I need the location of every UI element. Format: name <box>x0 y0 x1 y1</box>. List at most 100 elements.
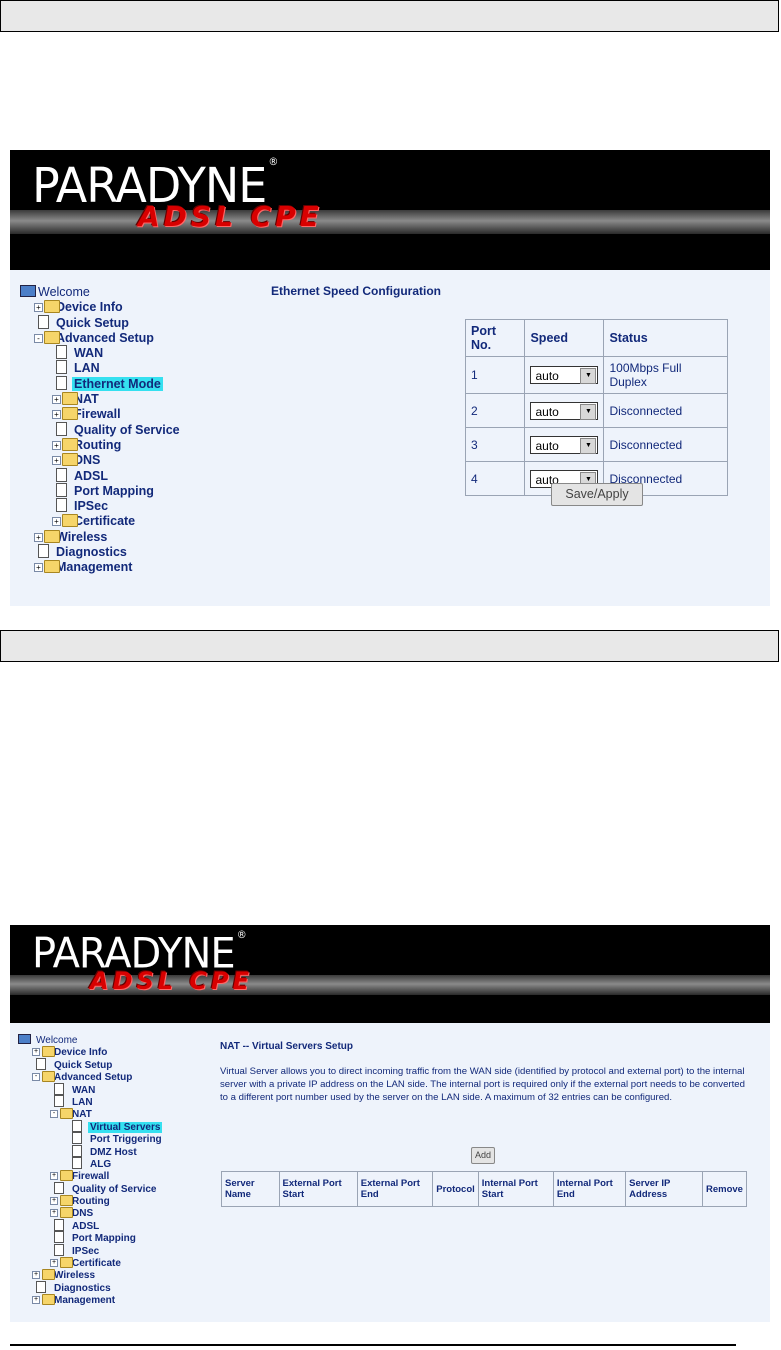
tree-item-label: Device Info <box>54 1047 108 1059</box>
tree-item-lan[interactable]: LAN <box>18 360 182 375</box>
tree-item-certificate[interactable]: + Certificate <box>16 1256 164 1270</box>
tree-item-routing[interactable]: + Routing <box>18 437 182 452</box>
tree-item-welcome[interactable]: Welcome <box>16 1033 164 1046</box>
tree-item-advanced-setup[interactable]: - Advanced Setup <box>16 1070 164 1083</box>
tree-item-wireless[interactable]: + Wireless <box>16 1268 164 1282</box>
expand-icon[interactable]: + <box>50 1209 58 1218</box>
tree-item-label: IPSec <box>74 499 109 514</box>
tree-item-adsl[interactable]: ADSL <box>18 467 182 483</box>
tree-item-welcome[interactable]: Welcome <box>18 284 182 299</box>
expand-icon[interactable]: + <box>34 303 43 313</box>
tree-item-label: Firewall <box>72 1171 110 1183</box>
tree-item-ipsec[interactable]: IPSec <box>16 1243 164 1257</box>
save-apply-button[interactable]: Save/Apply <box>551 483 643 506</box>
speed-select[interactable]: auto ▼ <box>530 401 599 420</box>
page-title: Ethernet Speed Configuration <box>271 284 442 298</box>
collapse-icon[interactable]: - <box>34 333 43 343</box>
tree-item-alg[interactable]: ALG <box>16 1156 164 1170</box>
tree-item-advanced-setup[interactable]: - Advanced Setup <box>18 330 182 345</box>
section-heading-bar <box>0 0 779 32</box>
page-icon <box>54 1231 64 1244</box>
column-header: Server Name <box>221 1171 280 1207</box>
router-screenshot-virtual-servers: PARADYNE ® ADSL CPE Welcome + Device Info Qu… <box>10 925 770 1322</box>
expand-icon[interactable]: + <box>50 1197 58 1206</box>
tree-item-nat[interactable]: + NAT <box>18 391 182 406</box>
tree-item-device-info[interactable]: + Device Info <box>16 1045 164 1059</box>
tree-item-port-triggering[interactable]: Port Triggering <box>16 1132 164 1145</box>
nav-tree: Welcome + Device Info Quick Setup - Advanced … <box>16 1033 164 1306</box>
tree-item-label: Certificate <box>72 1258 121 1270</box>
dropdown-arrow-icon[interactable]: ▼ <box>580 403 597 420</box>
tree-item-label: LAN <box>74 361 100 376</box>
collapse-icon[interactable]: - <box>50 1110 58 1119</box>
tree-item-diagnostics[interactable]: Diagnostics <box>18 544 182 559</box>
computer-icon <box>20 285 36 297</box>
tree-item-label: NAT <box>72 1109 92 1121</box>
tree-item-management[interactable]: + Management <box>16 1293 164 1306</box>
tree-item-nat[interactable]: - NAT <box>16 1107 164 1121</box>
folder-icon <box>42 1294 55 1306</box>
expand-icon[interactable]: + <box>52 440 61 450</box>
dropdown-arrow-icon[interactable]: ▼ <box>580 368 597 384</box>
page-icon <box>56 345 67 360</box>
tree-item-quality-of-service[interactable]: Quality of Service <box>18 421 182 437</box>
page-icon <box>56 467 67 482</box>
tree-item-quick-setup[interactable]: Quick Setup <box>16 1057 164 1071</box>
tree-item-label: Certificate <box>74 514 136 529</box>
tree-item-wireless[interactable]: + Wireless <box>18 529 182 544</box>
speed-select[interactable]: auto ▼ <box>530 366 599 384</box>
dropdown-arrow-icon[interactable]: ▼ <box>580 437 597 454</box>
tree-item-label: Diagnostics <box>56 545 127 560</box>
page-icon <box>56 482 67 497</box>
tree-item-adsl[interactable]: ADSL <box>16 1218 164 1232</box>
expand-icon[interactable]: + <box>52 395 61 405</box>
tree-item-lan[interactable]: LAN <box>16 1094 164 1108</box>
tree-item-wan[interactable]: WAN <box>16 1082 164 1096</box>
expand-icon[interactable]: + <box>52 456 61 466</box>
tree-item-dns[interactable]: + DNS <box>16 1206 164 1220</box>
expand-icon[interactable]: + <box>32 1296 40 1305</box>
collapse-icon[interactable]: - <box>32 1073 40 1082</box>
tree-item-wan[interactable]: WAN <box>18 345 182 360</box>
tree-item-routing[interactable]: + Routing <box>16 1194 164 1207</box>
tree-item-certificate[interactable]: + Certificate <box>18 513 182 528</box>
port-number: 3 <box>464 427 526 462</box>
tree-item-quick-setup[interactable]: Quick Setup <box>18 314 182 330</box>
folder-icon <box>62 437 78 451</box>
tree-item-port-mapping[interactable]: Port Mapping <box>16 1231 164 1244</box>
tree-item-diagnostics[interactable]: Diagnostics <box>16 1280 164 1294</box>
page-icon <box>56 375 67 390</box>
add-button[interactable]: Add <box>471 1147 495 1164</box>
tree-item-label: WAN <box>72 1084 96 1096</box>
expand-icon[interactable]: + <box>50 1172 58 1181</box>
expand-icon[interactable]: + <box>50 1259 58 1268</box>
tree-item-virtual-servers[interactable]: Virtual Servers <box>16 1119 164 1133</box>
tree-item-label: Wireless <box>54 1270 96 1282</box>
expand-icon[interactable]: + <box>34 563 43 573</box>
expand-icon[interactable]: + <box>34 532 43 542</box>
tree-item-ipsec[interactable]: IPSec <box>18 498 182 513</box>
content-area: Welcome + Device Info Quick Setup - Advanced … <box>10 1023 770 1322</box>
tree-item-dmz-host[interactable]: DMZ Host <box>16 1144 164 1158</box>
page-icon <box>54 1082 64 1095</box>
column-header: Internal Port End <box>552 1171 627 1207</box>
expand-icon[interactable]: + <box>52 410 61 420</box>
tree-item-label: Firewall <box>74 407 121 422</box>
speed-select[interactable]: auto ▼ <box>530 435 599 454</box>
tree-item-firewall[interactable]: + Firewall <box>18 406 182 421</box>
tree-item-firewall[interactable]: + Firewall <box>16 1169 164 1183</box>
tree-item-label: DNS <box>72 1208 94 1220</box>
expand-icon[interactable]: + <box>32 1271 40 1280</box>
tree-item-ethernet-mode[interactable]: Ethernet Mode <box>18 375 182 391</box>
tree-item-dns[interactable]: + DNS <box>18 452 182 467</box>
tree-item-port-mapping[interactable]: Port Mapping <box>18 482 182 498</box>
tree-item-quality-of-service[interactable]: Quality of Service <box>16 1181 164 1195</box>
tree-item-label: Quality of Service <box>74 422 180 437</box>
page-icon <box>54 1094 64 1107</box>
folder-icon <box>60 1195 73 1207</box>
tree-item-management[interactable]: + Management <box>18 559 182 574</box>
tree-item-label: ALG <box>90 1158 112 1170</box>
expand-icon[interactable]: + <box>52 517 61 527</box>
tree-item-device-info[interactable]: + Device Info <box>18 299 182 314</box>
expand-icon[interactable]: + <box>32 1048 40 1057</box>
